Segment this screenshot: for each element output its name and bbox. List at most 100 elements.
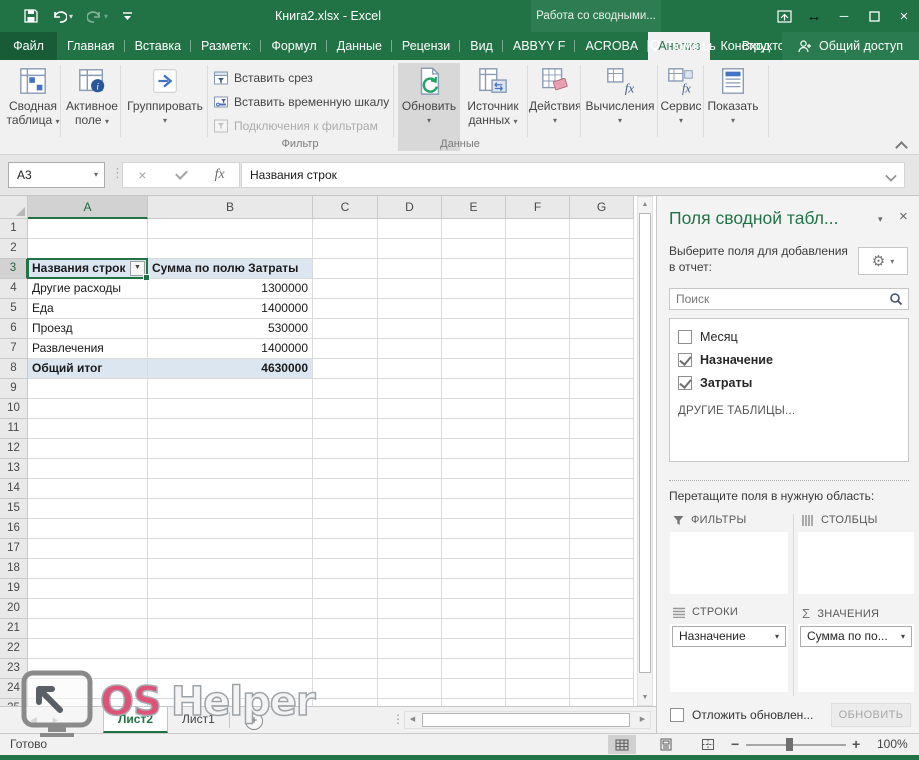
values-field-chip[interactable]: Сумма по по...▾ xyxy=(800,626,912,647)
cell-E12[interactable] xyxy=(442,439,506,459)
cell-G12[interactable] xyxy=(570,439,634,459)
cell-G7[interactable] xyxy=(570,339,634,359)
cell-E8[interactable] xyxy=(442,359,506,379)
cell-B21[interactable] xyxy=(148,619,313,639)
cell-C12[interactable] xyxy=(313,439,378,459)
cell-F24[interactable] xyxy=(506,679,570,699)
cell-B17[interactable] xyxy=(148,539,313,559)
cell-F16[interactable] xyxy=(506,519,570,539)
row-header-22[interactable]: 22 xyxy=(0,639,28,659)
cell-G6[interactable] xyxy=(570,319,634,339)
cell-D2[interactable] xyxy=(378,239,442,259)
cell-E13[interactable] xyxy=(442,459,506,479)
sign-in-button[interactable]: Вход xyxy=(730,39,782,53)
cell-F19[interactable] xyxy=(506,579,570,599)
cell-E21[interactable] xyxy=(442,619,506,639)
cell-B11[interactable] xyxy=(148,419,313,439)
cell-G10[interactable] xyxy=(570,399,634,419)
tab-главная[interactable]: Главная xyxy=(57,32,125,60)
cell-F22[interactable] xyxy=(506,639,570,659)
cell-A12[interactable] xyxy=(28,439,148,459)
cell-D16[interactable] xyxy=(378,519,442,539)
insert-slicer-button[interactable]: Вставить срез xyxy=(213,67,313,89)
cell-D11[interactable] xyxy=(378,419,442,439)
cell-G3[interactable] xyxy=(570,259,634,279)
cell-C23[interactable] xyxy=(313,659,378,679)
cell-G9[interactable] xyxy=(570,379,634,399)
cell-G4[interactable] xyxy=(570,279,634,299)
cell-B22[interactable] xyxy=(148,639,313,659)
tools-button[interactable]: fx Сервис ▾ xyxy=(659,63,703,151)
cell-G21[interactable] xyxy=(570,619,634,639)
tab-формул[interactable]: Формул xyxy=(261,32,326,60)
vertical-scrollbar[interactable]: ▲ ▼ xyxy=(637,196,653,706)
cell-F1[interactable] xyxy=(506,219,570,239)
cell-G17[interactable] xyxy=(570,539,634,559)
cell-A7[interactable]: Развлечения xyxy=(28,339,148,359)
horizontal-scrollbar[interactable]: ◀ ▶ xyxy=(404,711,651,729)
formula-input[interactable]: Названия строк xyxy=(241,162,905,188)
tab-разметк-[interactable]: Разметк: xyxy=(191,32,261,60)
column-header-E[interactable]: E xyxy=(442,196,506,219)
defer-update-checkbox[interactable] xyxy=(670,708,684,722)
cell-E18[interactable] xyxy=(442,559,506,579)
field-checkbox[interactable] xyxy=(678,353,692,367)
cancel-entry-button[interactable]: × xyxy=(123,167,162,183)
column-header-F[interactable]: F xyxy=(506,196,570,219)
cell-F20[interactable] xyxy=(506,599,570,619)
cell-C7[interactable] xyxy=(313,339,378,359)
update-button[interactable]: ОБНОВИТЬ xyxy=(831,703,911,727)
cell-B18[interactable] xyxy=(148,559,313,579)
minimize-button[interactable]: ─ xyxy=(829,9,859,23)
cell-F15[interactable] xyxy=(506,499,570,519)
cell-G11[interactable] xyxy=(570,419,634,439)
cell-A20[interactable] xyxy=(28,599,148,619)
insert-function-button[interactable]: fx xyxy=(200,167,239,183)
scroll-right-icon[interactable]: ▶ xyxy=(635,712,650,728)
cell-A10[interactable] xyxy=(28,399,148,419)
cell-B7[interactable]: 1400000 xyxy=(148,339,313,359)
cell-G8[interactable] xyxy=(570,359,634,379)
horizontal-scroll-thumb[interactable] xyxy=(422,713,630,727)
cell-G19[interactable] xyxy=(570,579,634,599)
cell-A8[interactable]: Общий итог xyxy=(28,359,148,379)
cell-B16[interactable] xyxy=(148,519,313,539)
cell-C8[interactable] xyxy=(313,359,378,379)
cell-G20[interactable] xyxy=(570,599,634,619)
cell-G23[interactable] xyxy=(570,659,634,679)
help-button[interactable]: Помощь xyxy=(635,39,729,54)
cell-C16[interactable] xyxy=(313,519,378,539)
actions-button[interactable]: Действия ▾ xyxy=(529,63,581,151)
cell-C15[interactable] xyxy=(313,499,378,519)
cell-A21[interactable] xyxy=(28,619,148,639)
insert-timeline-button[interactable]: Вставить временную шкалу xyxy=(213,91,389,113)
row-header-2[interactable]: 2 xyxy=(0,239,28,259)
cell-B10[interactable] xyxy=(148,399,313,419)
share-button[interactable]: Общий доступ xyxy=(782,32,919,60)
page-break-view-button[interactable] xyxy=(694,735,722,754)
cell-B1[interactable] xyxy=(148,219,313,239)
cell-D15[interactable] xyxy=(378,499,442,519)
cell-F8[interactable] xyxy=(506,359,570,379)
cell-C21[interactable] xyxy=(313,619,378,639)
cell-G15[interactable] xyxy=(570,499,634,519)
cell-F12[interactable] xyxy=(506,439,570,459)
row-header-7[interactable]: 7 xyxy=(0,339,28,359)
cell-C4[interactable] xyxy=(313,279,378,299)
cell-G22[interactable] xyxy=(570,639,634,659)
row-header-19[interactable]: 19 xyxy=(0,579,28,599)
cell-F18[interactable] xyxy=(506,559,570,579)
cell-E20[interactable] xyxy=(442,599,506,619)
cell-A13[interactable] xyxy=(28,459,148,479)
redo-caret-icon[interactable]: ▾ xyxy=(104,12,108,21)
customize-qat-button[interactable] xyxy=(122,10,133,22)
cell-A16[interactable] xyxy=(28,519,148,539)
cell-B12[interactable] xyxy=(148,439,313,459)
cell-C5[interactable] xyxy=(313,299,378,319)
cell-C14[interactable] xyxy=(313,479,378,499)
cell-D12[interactable] xyxy=(378,439,442,459)
cell-F7[interactable] xyxy=(506,339,570,359)
cell-A22[interactable] xyxy=(28,639,148,659)
cell-D3[interactable] xyxy=(378,259,442,279)
cell-C3[interactable] xyxy=(313,259,378,279)
